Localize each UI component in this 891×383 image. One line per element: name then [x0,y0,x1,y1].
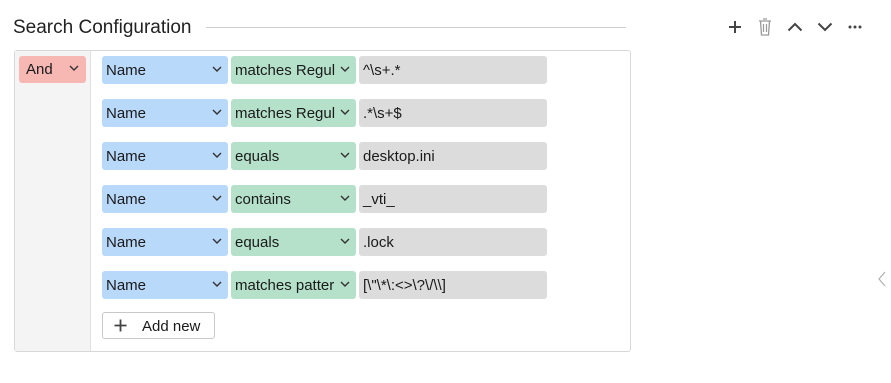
logic-operator-select[interactable]: And [19,56,86,83]
field-select-value: Name [106,148,147,165]
field-select-value: Name [106,234,147,251]
chevron-down-icon [212,238,222,244]
operator-select[interactable]: matches Regular Expression [231,56,356,84]
plus-icon [114,319,127,332]
value-input[interactable]: desktop.ini [359,142,547,170]
chevron-down-icon [340,238,350,244]
chevron-down-icon [212,281,222,287]
move-down-button[interactable] [810,14,840,40]
conditions-panel: And Name matches Regular Expression ^\s+… [14,50,631,352]
field-select-value: Name [106,191,147,208]
toolbar [720,14,870,40]
field-select[interactable]: Name [102,185,228,213]
operator-select-value: matches Regular Expression [235,105,335,122]
add-new-label: Add new [142,318,201,335]
value-input[interactable]: ^\s+.* [359,56,547,84]
field-select-value: Name [106,62,147,79]
operator-select[interactable]: equals [231,228,356,256]
logic-operator-label: And [26,61,53,78]
more-options-button[interactable] [840,14,870,40]
operator-select-value: contains [235,191,291,208]
field-select-value: Name [106,277,147,294]
chevron-down-icon [340,281,350,287]
section-title: Search Configuration [13,17,192,38]
operator-select[interactable]: matches pattern [231,271,356,299]
operator-select-value: matches Regular Expression [235,62,335,79]
chevron-down-icon [340,66,350,72]
delete-button[interactable] [750,14,780,40]
operator-select-value: equals [235,148,280,165]
field-select[interactable]: Name [102,99,228,127]
more-horizontal-icon [848,25,862,29]
operator-select[interactable]: equals [231,142,356,170]
value-input[interactable]: .lock [359,228,547,256]
chevron-left-icon[interactable] [878,271,886,287]
add-new-button[interactable]: Add new [102,312,215,339]
operator-select[interactable]: contains [231,185,356,213]
chevron-down-icon [340,195,350,201]
plus-icon [729,21,741,33]
chevron-down-icon [69,65,79,71]
chevron-down-icon [340,152,350,158]
chevron-down-icon [340,109,350,115]
value-input[interactable]: .*\s+$ [359,99,547,127]
chevron-down-icon [212,66,222,72]
field-select[interactable]: Name [102,56,228,84]
value-input[interactable]: _vti_ [359,185,547,213]
value-input[interactable]: [\"\*\:<>\?\/\\] [359,271,547,299]
chevron-down-icon [212,109,222,115]
field-select[interactable]: Name [102,228,228,256]
chevron-down-icon [817,22,833,32]
title-divider [206,27,626,28]
trash-icon [759,18,771,36]
field-select[interactable]: Name [102,142,228,170]
field-select-value: Name [106,105,147,122]
field-select[interactable]: Name [102,271,228,299]
logic-column: And [15,51,91,351]
operator-select-value: equals [235,234,280,251]
chevron-down-icon [212,195,222,201]
operator-select[interactable]: matches Regular Expression [231,99,356,127]
chevron-down-icon [212,152,222,158]
operator-select-value: matches pattern [235,277,335,294]
move-up-button[interactable] [780,14,810,40]
chevron-up-icon [787,22,803,32]
add-condition-button[interactable] [720,14,750,40]
